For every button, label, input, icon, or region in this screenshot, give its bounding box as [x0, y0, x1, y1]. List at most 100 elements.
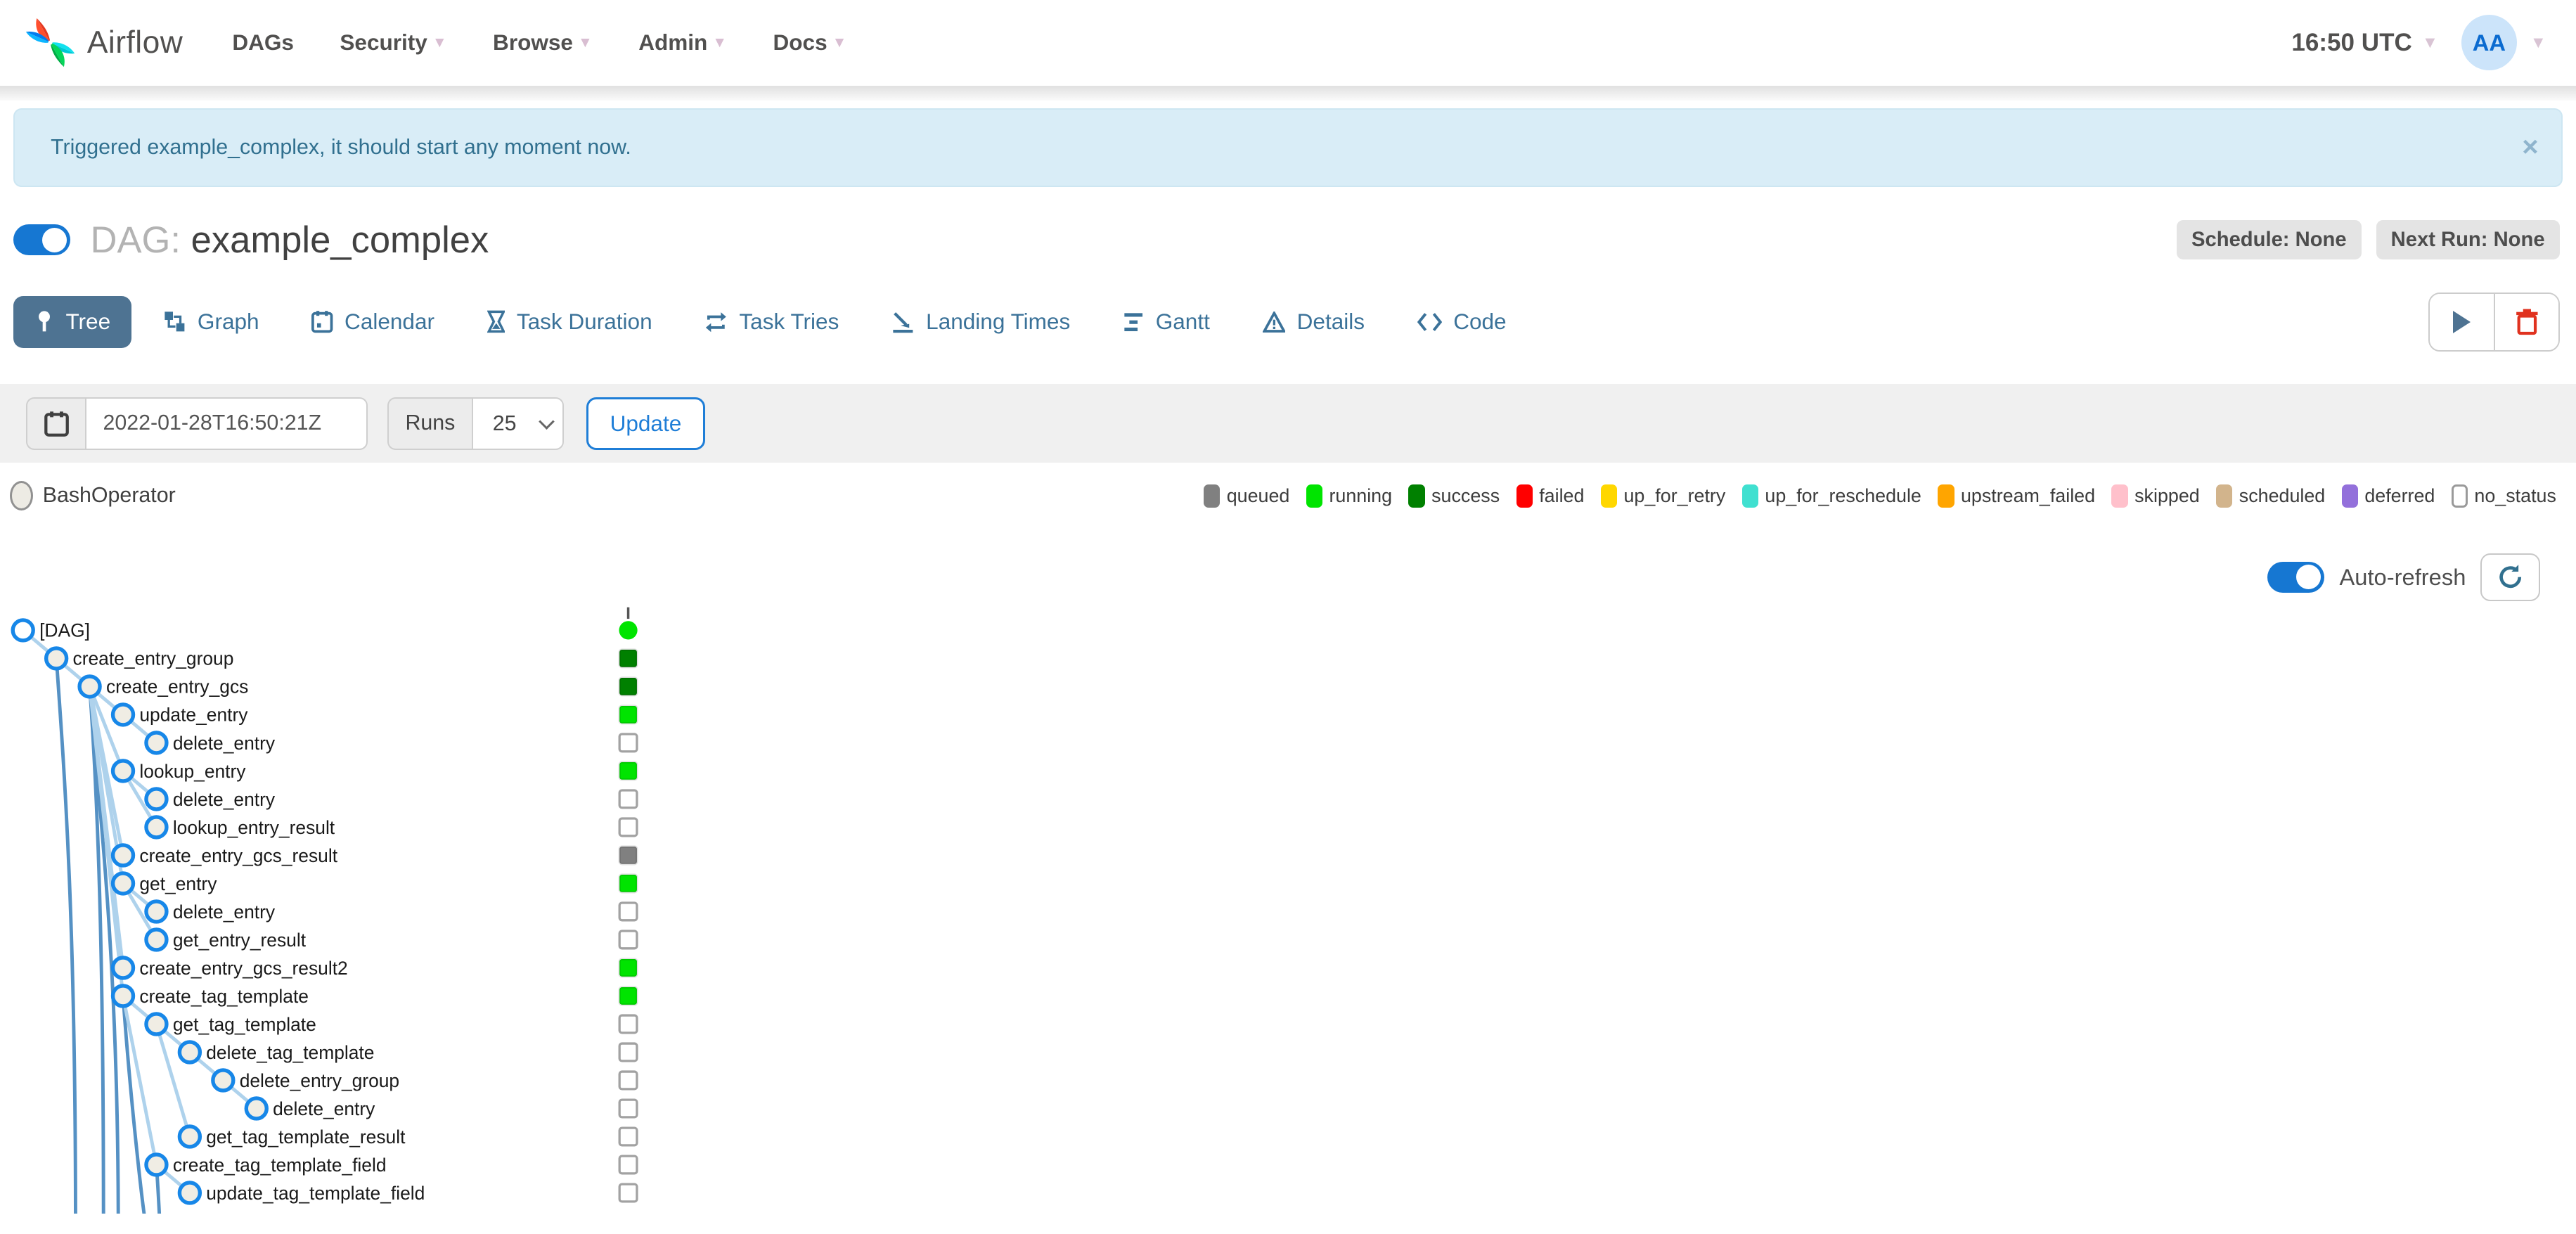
dag-name: example_complex — [191, 219, 489, 261]
clock-dropdown[interactable]: 16:50 UTC▼ — [2291, 29, 2438, 57]
tab-graph[interactable]: Graph — [142, 296, 281, 348]
calendar-icon — [311, 310, 333, 333]
trigger-dag-button[interactable] — [2430, 294, 2494, 349]
task-node[interactable] — [146, 817, 167, 837]
task-node[interactable] — [113, 873, 134, 894]
tab-task-tries[interactable]: Task Tries — [683, 296, 861, 348]
task-node[interactable] — [179, 1042, 200, 1062]
task-status-square[interactable] — [619, 959, 637, 977]
warning-triangle-icon — [1263, 311, 1286, 333]
legend-status-running: running — [1306, 484, 1392, 508]
task-label: create_tag_template — [139, 986, 309, 1007]
dag-run-status-circle[interactable] — [619, 622, 637, 640]
task-status-square[interactable] — [619, 987, 637, 1005]
status-swatch — [2111, 484, 2127, 508]
nav-menu: DAGs Security▼ Browse▼ Admin▼ Docs▼ — [232, 30, 846, 56]
task-status-square[interactable] — [619, 1015, 637, 1033]
task-status-square[interactable] — [619, 1156, 637, 1174]
task-status-square[interactable] — [619, 875, 637, 892]
task-status-square[interactable] — [619, 650, 637, 667]
task-node[interactable] — [13, 620, 33, 641]
nav-item-security[interactable]: Security▼ — [340, 30, 446, 56]
tab-gantt[interactable]: Gantt — [1102, 296, 1232, 348]
alert-banner: Triggered example_complex, it should sta… — [13, 108, 2563, 187]
base-date-input[interactable] — [85, 397, 368, 450]
task-label: delete_entry — [173, 901, 276, 923]
task-label: delete_entry — [173, 789, 276, 810]
task-status-square[interactable] — [619, 931, 637, 949]
status-label: no_status — [2474, 485, 2556, 507]
nav-item-dags[interactable]: DAGs — [232, 30, 294, 56]
task-node[interactable] — [79, 676, 100, 697]
task-node[interactable] — [46, 648, 67, 669]
task-node[interactable] — [146, 901, 167, 922]
task-label: delete_entry_group — [240, 1070, 399, 1091]
operator-label: BashOperator — [43, 484, 176, 508]
task-node[interactable] — [146, 789, 167, 809]
tab-tree[interactable]: Tree — [13, 296, 132, 348]
task-status-square[interactable] — [619, 1184, 637, 1202]
auto-refresh-toggle[interactable] — [2267, 562, 2325, 593]
dag-prefix: DAG: — [91, 219, 181, 261]
nav-item-browse[interactable]: Browse▼ — [493, 30, 593, 56]
task-node[interactable] — [113, 845, 134, 866]
task-status-square[interactable] — [619, 1043, 637, 1061]
task-status-square[interactable] — [619, 706, 637, 724]
update-button[interactable]: Update — [586, 397, 704, 450]
caret-down-icon: ▼ — [832, 34, 847, 51]
nav-item-docs[interactable]: Docs▼ — [773, 30, 847, 56]
operator-legend-item: BashOperator — [10, 481, 176, 510]
task-status-square[interactable] — [619, 1072, 637, 1089]
gantt-icon — [1123, 311, 1144, 333]
task-node[interactable] — [113, 986, 134, 1006]
tab-code[interactable]: Code — [1396, 296, 1528, 348]
tab-task-duration[interactable]: Task Duration — [465, 296, 674, 348]
task-status-square[interactable] — [619, 762, 637, 780]
legend-status-deferred: deferred — [2342, 484, 2435, 508]
num-runs-select[interactable]: 25 — [472, 397, 564, 450]
task-label: [DAG] — [39, 620, 90, 641]
task-node[interactable] — [179, 1183, 200, 1203]
tab-calendar[interactable]: Calendar — [290, 296, 456, 348]
task-node[interactable] — [179, 1126, 200, 1147]
task-node[interactable] — [146, 733, 167, 753]
task-status-square[interactable] — [619, 903, 637, 920]
legend-status-queued: queued — [1204, 484, 1289, 508]
task-status-square[interactable] — [619, 678, 637, 695]
calendar-addon[interactable] — [26, 397, 85, 450]
task-label: get_tag_template — [173, 1014, 316, 1035]
nav-item-admin[interactable]: Admin▼ — [638, 30, 727, 56]
task-status-square[interactable] — [619, 734, 637, 752]
status-label: failed — [1539, 485, 1584, 507]
status-label: success — [1431, 485, 1500, 507]
task-status-square[interactable] — [619, 818, 637, 836]
task-status-square[interactable] — [619, 790, 637, 808]
tree-icon — [34, 310, 54, 333]
status-label: queued — [1227, 485, 1290, 507]
task-node[interactable] — [113, 705, 134, 725]
tab-landing-times[interactable]: Landing Times — [870, 296, 1092, 348]
avatar[interactable]: AA — [2461, 15, 2517, 70]
task-label: create_entry_gcs_result2 — [139, 958, 347, 979]
delete-dag-button[interactable] — [2494, 294, 2558, 349]
task-node[interactable] — [113, 761, 134, 781]
task-node[interactable] — [113, 958, 134, 978]
task-node[interactable] — [146, 1014, 167, 1034]
airflow-brand[interactable]: Airflow — [23, 15, 183, 70]
refresh-button[interactable] — [2480, 553, 2539, 601]
user-menu[interactable]: AA ▼ — [2461, 15, 2546, 70]
task-label: delete_entry — [273, 1098, 375, 1119]
top-navbar: Airflow DAGs Security▼ Browse▼ Admin▼ Do… — [0, 0, 2576, 86]
task-node[interactable] — [146, 1155, 167, 1175]
task-status-square[interactable] — [619, 1128, 637, 1145]
page-title: DAG: example_complex — [91, 219, 489, 262]
task-status-square[interactable] — [619, 847, 637, 864]
tab-details[interactable]: Details — [1241, 296, 1386, 348]
task-node[interactable] — [246, 1098, 266, 1119]
task-status-square[interactable] — [619, 1100, 637, 1117]
task-node[interactable] — [213, 1070, 233, 1091]
view-tabs: Tree Graph Calendar Task Duration Task T… — [13, 296, 1528, 348]
close-icon[interactable]: × — [2522, 134, 2538, 162]
dag-pause-toggle[interactable] — [13, 224, 71, 255]
task-node[interactable] — [146, 930, 167, 950]
